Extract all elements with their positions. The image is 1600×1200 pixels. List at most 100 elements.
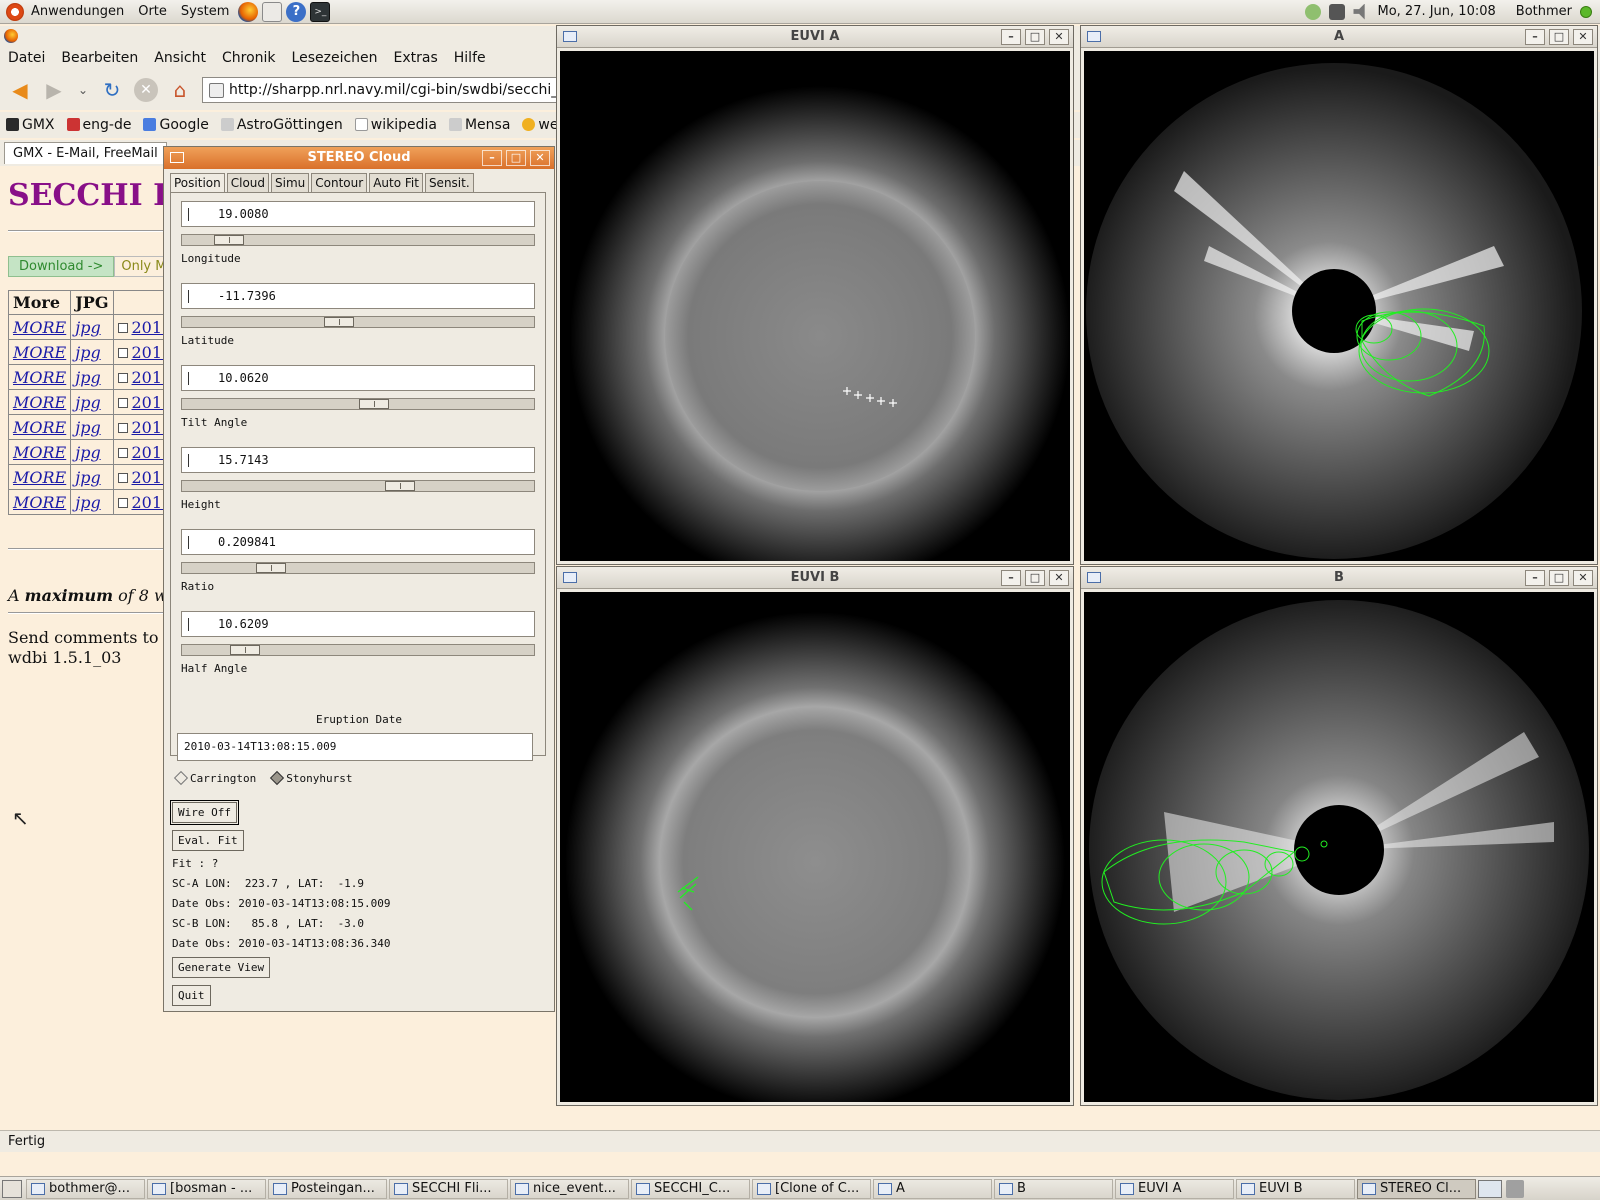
close-icon[interactable]: ✕: [1049, 570, 1069, 586]
param-slider[interactable]: [181, 316, 535, 328]
monitor-icon[interactable]: [1329, 3, 1346, 20]
stereo-cloud-titlebar[interactable]: STEREO Cloud – □ ✕: [164, 147, 554, 169]
menu-chronik[interactable]: Chronik: [214, 50, 284, 66]
menu-extras[interactable]: Extras: [386, 50, 446, 66]
menu-hilfe[interactable]: Hilfe: [446, 50, 494, 66]
maximize-icon[interactable]: □: [1025, 570, 1045, 586]
param-slider[interactable]: [181, 562, 535, 574]
home-icon[interactable]: ⌂: [168, 78, 192, 102]
window-menu-icon[interactable]: [563, 31, 577, 42]
reload-icon[interactable]: ↻: [100, 78, 124, 102]
clock[interactable]: Mo, 27. Jun, 10:08: [1377, 4, 1495, 19]
bookmark-google[interactable]: Google: [143, 117, 209, 133]
select-checkbox[interactable]: [117, 322, 128, 333]
taskbar-item[interactable]: EUVI B: [1236, 1178, 1355, 1199]
slider-thumb[interactable]: [256, 563, 286, 573]
more-link[interactable]: MORE: [13, 468, 66, 487]
select-checkbox[interactable]: [117, 472, 128, 483]
param-value-input[interactable]: 15.7143: [181, 447, 535, 473]
taskbar-item[interactable]: EUVI A: [1115, 1178, 1234, 1199]
volume-icon[interactable]: [1353, 3, 1365, 20]
param-value-input[interactable]: 10.6209: [181, 611, 535, 637]
wire-off-button[interactable]: Wire Off: [170, 800, 239, 825]
user-name[interactable]: Bothmer: [1516, 4, 1572, 19]
minimize-icon[interactable]: –: [1525, 29, 1545, 45]
window-menu-icon[interactable]: [1087, 572, 1101, 583]
menu-ansicht[interactable]: Ansicht: [146, 50, 214, 66]
radio-stonyhurst[interactable]: Stonyhurst: [270, 770, 352, 786]
select-checkbox[interactable]: [117, 497, 128, 508]
param-value-input[interactable]: -11.7396: [181, 283, 535, 309]
jpg-link[interactable]: jpg: [75, 343, 100, 362]
workspace-switcher[interactable]: [1478, 1179, 1502, 1198]
back-arrow-icon[interactable]: ◀: [8, 78, 32, 102]
jpg-link[interactable]: jpg: [75, 368, 100, 387]
select-checkbox[interactable]: [117, 347, 128, 358]
minimize-icon[interactable]: –: [1525, 570, 1545, 586]
slider-thumb[interactable]: [385, 481, 415, 491]
menu-applications[interactable]: Anwendungen: [24, 0, 131, 24]
param-value-input[interactable]: 10.0620: [181, 365, 535, 391]
window-menu-icon[interactable]: [170, 152, 184, 163]
slider-thumb[interactable]: [230, 645, 260, 655]
slider-thumb[interactable]: [359, 399, 389, 409]
eval-fit-button[interactable]: Eval. Fit: [172, 830, 244, 851]
param-value-input[interactable]: 0.209841: [181, 529, 535, 555]
param-value-input[interactable]: 19.0080: [181, 201, 535, 227]
taskbar-item[interactable]: [bosman - ...: [147, 1178, 266, 1199]
bookmark-gmx[interactable]: GMX: [6, 117, 55, 133]
select-checkbox[interactable]: [117, 372, 128, 383]
jpg-link[interactable]: jpg: [75, 318, 100, 337]
menu-bearbeiten[interactable]: Bearbeiten: [53, 50, 146, 66]
more-link[interactable]: MORE: [13, 393, 66, 412]
forward-arrow-icon[interactable]: ▶: [42, 78, 66, 102]
close-icon[interactable]: ✕: [1049, 29, 1069, 45]
tab-simu[interactable]: Simu: [271, 173, 310, 193]
euvi-a-image[interactable]: [560, 51, 1070, 561]
taskbar-item[interactable]: A: [873, 1178, 992, 1199]
jpg-link[interactable]: jpg: [75, 443, 100, 462]
cor-b-titlebar[interactable]: B – □ ✕: [1081, 567, 1597, 589]
taskbar-item[interactable]: Posteingan...: [268, 1178, 387, 1199]
menu-places[interactable]: Orte: [131, 0, 174, 24]
select-checkbox[interactable]: [117, 447, 128, 458]
minimize-icon[interactable]: –: [1001, 570, 1021, 586]
quit-button[interactable]: Quit: [172, 985, 211, 1006]
maximize-icon[interactable]: □: [1025, 29, 1045, 45]
taskbar-item[interactable]: STEREO Cl...: [1357, 1178, 1476, 1199]
maximize-icon[interactable]: □: [1549, 29, 1569, 45]
network-icon[interactable]: [1305, 3, 1322, 20]
euvi-a-titlebar[interactable]: EUVI A – □ ✕: [557, 26, 1073, 48]
terminal-launcher-icon[interactable]: >_: [310, 1, 331, 22]
download-button[interactable]: Download ->: [8, 256, 115, 277]
param-slider[interactable]: [181, 480, 535, 492]
more-link[interactable]: MORE: [13, 318, 66, 337]
more-link[interactable]: MORE: [13, 443, 66, 462]
euvi-b-titlebar[interactable]: EUVI B – □ ✕: [557, 567, 1073, 589]
param-slider[interactable]: [181, 398, 535, 410]
cor-a-image[interactable]: [1084, 51, 1594, 561]
bookmark-eng-de[interactable]: eng-de: [66, 117, 131, 133]
tab-position[interactable]: Position: [170, 173, 225, 193]
maximize-icon[interactable]: □: [506, 150, 526, 166]
minimize-icon[interactable]: –: [1001, 29, 1021, 45]
trash-icon[interactable]: [1506, 1179, 1524, 1198]
more-link[interactable]: MORE: [13, 343, 66, 362]
window-menu-icon[interactable]: [563, 572, 577, 583]
jpg-link[interactable]: jpg: [75, 418, 100, 437]
tab-cloud[interactable]: Cloud: [226, 173, 270, 193]
jpg-link[interactable]: jpg: [75, 468, 100, 487]
param-slider[interactable]: [181, 644, 535, 656]
taskbar-item[interactable]: SECCHI Fli...: [389, 1178, 508, 1199]
close-icon[interactable]: ✕: [1573, 570, 1593, 586]
bookmark-wikipedia[interactable]: wikipedia: [354, 117, 437, 133]
jpg-link[interactable]: jpg: [75, 493, 100, 512]
jpg-link[interactable]: jpg: [75, 393, 100, 412]
slider-thumb[interactable]: [214, 235, 244, 245]
slider-thumb[interactable]: [324, 317, 354, 327]
radio-carrington[interactable]: Carrington: [173, 770, 256, 786]
mail-launcher-icon[interactable]: [262, 1, 283, 22]
select-checkbox[interactable]: [117, 397, 128, 408]
euvi-b-image[interactable]: [560, 592, 1070, 1102]
tab-contour[interactable]: Contour: [311, 173, 368, 193]
